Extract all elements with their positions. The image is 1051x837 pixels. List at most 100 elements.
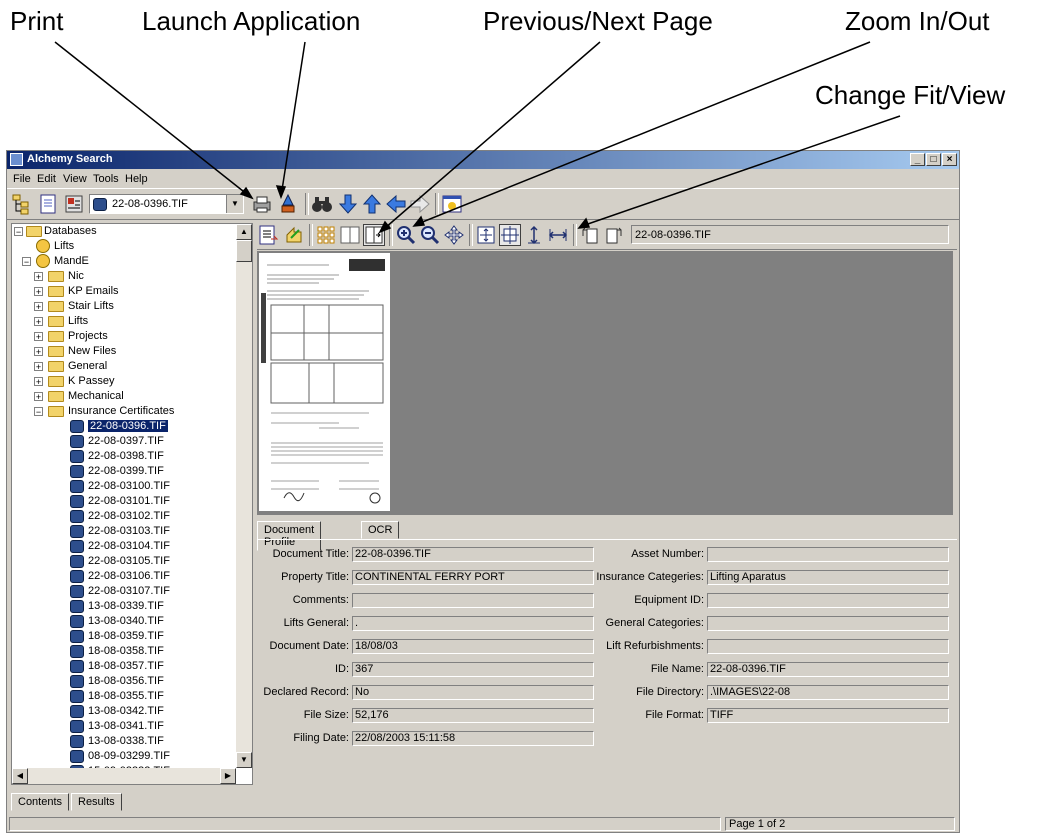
- file-icon: [70, 705, 84, 718]
- field-value[interactable]: 22-08-0396.TIF: [352, 547, 594, 562]
- application-window: Alchemy Search _ □ × File Edit View Tool…: [6, 150, 960, 833]
- folder-icon: [48, 361, 64, 372]
- field-value[interactable]: 18/08/03: [352, 639, 594, 654]
- menu-edit[interactable]: Edit: [37, 173, 56, 185]
- file-icon: [70, 450, 84, 463]
- document-viewer[interactable]: [257, 251, 953, 515]
- zoom-in-button[interactable]: [395, 224, 417, 246]
- menu-help[interactable]: Help: [125, 173, 148, 185]
- field-value[interactable]: 22/08/2003 15:11:58: [352, 731, 594, 746]
- tree-label: General: [68, 360, 108, 372]
- field-value[interactable]: CONTINENTAL FERRY PORT: [352, 570, 594, 585]
- menu-tools[interactable]: Tools: [93, 173, 119, 185]
- thumbnails-button[interactable]: [315, 224, 337, 246]
- field-value[interactable]: TIFF: [707, 708, 949, 723]
- tab-contents[interactable]: Contents: [11, 793, 70, 811]
- fit-all-button[interactable]: [475, 224, 497, 246]
- menu-view[interactable]: View: [63, 173, 87, 185]
- field-label: Filing Date:: [293, 732, 349, 744]
- close-button[interactable]: ×: [942, 153, 957, 166]
- back-to-list-button[interactable]: [283, 224, 305, 246]
- expand-icon[interactable]: +: [34, 302, 43, 312]
- arrow-down-icon[interactable]: [337, 193, 359, 215]
- file-icon: [93, 198, 107, 211]
- expand-icon[interactable]: +: [34, 377, 43, 387]
- pan-hand-button[interactable]: [443, 224, 465, 246]
- launch-application-button[interactable]: [277, 193, 299, 215]
- print-button[interactable]: [251, 193, 273, 215]
- file-icon: [70, 735, 84, 748]
- document-properties-button[interactable]: [257, 224, 279, 246]
- scroll-down-arrow[interactable]: ▼: [236, 752, 252, 768]
- document-profile-form: Document Title: 22-08-0396.TIF Property Ti…: [257, 543, 953, 813]
- field-value[interactable]: [707, 616, 949, 631]
- expand-icon[interactable]: +: [34, 272, 43, 282]
- zoom-out-button[interactable]: [419, 224, 441, 246]
- callout-print: Print: [10, 6, 64, 36]
- tab-ocr[interactable]: OCR: [361, 521, 400, 539]
- expand-icon[interactable]: +: [34, 392, 43, 402]
- field-value[interactable]: [707, 639, 949, 654]
- maximize-button[interactable]: □: [926, 153, 941, 166]
- field-value[interactable]: No: [352, 685, 594, 700]
- field-value[interactable]: .: [352, 616, 594, 631]
- field-label: Lift Refurbishments:: [606, 640, 704, 652]
- status-bar: Page 1 of 2: [7, 816, 959, 832]
- tree-label: Mechanical: [68, 390, 124, 402]
- field-label: File Name:: [650, 663, 704, 675]
- field-value[interactable]: 367: [352, 662, 594, 677]
- tree-label: 13-08-0339.TIF: [88, 600, 164, 612]
- field-value[interactable]: Lifting Aparatus: [707, 570, 949, 585]
- expand-icon[interactable]: +: [34, 332, 43, 342]
- properties-icon[interactable]: [63, 193, 85, 215]
- field-value[interactable]: .\IMAGES\22-08: [707, 685, 949, 700]
- image-view-button[interactable]: [441, 193, 463, 215]
- field-value[interactable]: [707, 547, 949, 562]
- tree-label: 22-08-03106.TIF: [88, 570, 170, 582]
- field-value[interactable]: 52,176: [352, 708, 594, 723]
- scroll-thumb[interactable]: [236, 240, 252, 262]
- menu-file[interactable]: File: [13, 173, 31, 185]
- collapse-icon[interactable]: −: [14, 227, 23, 237]
- expand-icon[interactable]: +: [34, 287, 43, 297]
- arrow-up-icon[interactable]: [361, 193, 383, 215]
- tree-label: Lifts: [68, 315, 89, 327]
- chevron-down-icon[interactable]: ▼: [226, 195, 243, 213]
- scroll-right-arrow[interactable]: ▶: [220, 768, 236, 784]
- tree-horizontal-scrollbar[interactable]: ◀ ▶: [12, 768, 236, 784]
- folder-icon: [26, 226, 42, 237]
- next-page-button[interactable]: [363, 224, 385, 246]
- file-selector-combo[interactable]: 22-08-0396.TIF ▼: [89, 194, 244, 214]
- scroll-left-arrow[interactable]: ◀: [12, 768, 28, 784]
- arrow-right-icon[interactable]: [409, 193, 431, 215]
- file-icon: [70, 645, 84, 658]
- file-icon: [70, 600, 84, 613]
- field-value[interactable]: [352, 593, 594, 608]
- search-binoculars-button[interactable]: [311, 193, 333, 215]
- database-icon: [36, 254, 50, 268]
- arrow-left-icon[interactable]: [385, 193, 407, 215]
- toolbar-separator: [469, 224, 473, 246]
- document-view-icon[interactable]: [37, 193, 59, 215]
- tab-results[interactable]: Results: [71, 793, 122, 811]
- minimize-button[interactable]: _: [910, 153, 925, 166]
- fit-width-button[interactable]: [547, 224, 569, 246]
- field-value[interactable]: 22-08-0396.TIF: [707, 662, 949, 677]
- expand-icon[interactable]: +: [34, 347, 43, 357]
- collapse-icon[interactable]: −: [22, 257, 31, 267]
- field-value[interactable]: [707, 593, 949, 608]
- database-tree[interactable]: − Databases Lifts − MandE + Nic + KP Emails…: [11, 223, 253, 785]
- tree-vertical-scrollbar[interactable]: ▲ ▼: [236, 224, 252, 768]
- expand-icon[interactable]: +: [34, 362, 43, 372]
- scroll-up-arrow[interactable]: ▲: [236, 224, 252, 240]
- document-page-thumbnail[interactable]: [259, 253, 390, 511]
- tree-view-icon[interactable]: [11, 193, 33, 215]
- rotate-right-button[interactable]: [603, 224, 625, 246]
- collapse-icon[interactable]: −: [34, 407, 43, 417]
- previous-page-button[interactable]: [339, 224, 361, 246]
- rotate-left-button[interactable]: [579, 224, 601, 246]
- fit-page-button[interactable]: [499, 224, 521, 246]
- file-selector-value: 22-08-0396.TIF: [112, 198, 188, 210]
- expand-icon[interactable]: +: [34, 317, 43, 327]
- fit-height-button[interactable]: [523, 224, 545, 246]
